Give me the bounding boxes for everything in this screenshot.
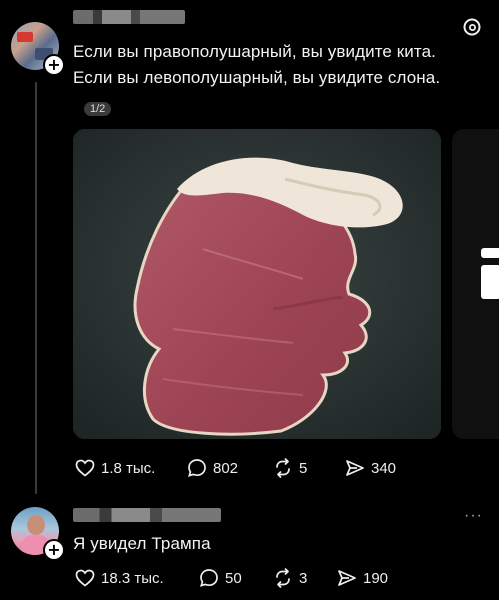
repost-button[interactable]: 5 xyxy=(273,458,345,478)
post-image-meat[interactable] xyxy=(73,129,441,439)
post-text-line-1: Если вы правополушарный, вы увидите кита… xyxy=(73,42,436,61)
reply-share-count: 190 xyxy=(363,569,389,587)
post-actions: 1.8 тыс. 802 5 340 xyxy=(75,458,396,478)
image-counter: 1/2 xyxy=(84,102,112,116)
reply-like-button[interactable]: 18.3 тыс. xyxy=(75,569,199,587)
reply-repost-button[interactable]: 3 xyxy=(273,568,337,588)
post-text-line-2: Если вы левополушарный, вы увидите слона… xyxy=(73,68,441,87)
reply-author-name[interactable] xyxy=(73,508,221,522)
post-image-second[interactable] xyxy=(452,129,499,439)
reply-button[interactable]: 802 xyxy=(187,458,273,478)
reply-reply-count: 50 xyxy=(225,569,242,587)
reply-reply-button[interactable]: 50 xyxy=(199,568,273,588)
heart-icon xyxy=(75,569,95,587)
repost-icon xyxy=(276,458,290,478)
reply-like-count: 18.3 тыс. xyxy=(101,569,164,587)
comment-icon xyxy=(188,459,206,477)
reply-repost-count: 3 xyxy=(299,569,308,587)
repost-icon xyxy=(276,568,290,588)
follow-plus-icon[interactable]: + xyxy=(43,54,65,76)
share-count: 340 xyxy=(371,459,397,477)
reply-text: Я увидел Трампа xyxy=(73,534,211,553)
post-author-name[interactable] xyxy=(73,10,185,24)
reply-share-button[interactable]: 190 xyxy=(337,568,388,588)
reply-count: 802 xyxy=(213,459,239,477)
threads-logo-icon xyxy=(461,16,483,43)
reply-actions: 18.3 тыс. 50 3 190 xyxy=(75,568,388,588)
like-button[interactable]: 1.8 тыс. xyxy=(75,459,187,477)
repost-count: 5 xyxy=(299,459,308,477)
comment-icon xyxy=(200,569,218,587)
like-count: 1.8 тыс. xyxy=(101,459,156,477)
share-button[interactable]: 340 xyxy=(345,458,396,478)
thread-connector-line xyxy=(35,82,37,494)
send-icon xyxy=(346,460,364,476)
send-icon xyxy=(338,570,356,586)
more-options-icon[interactable]: ··· xyxy=(464,507,483,525)
reply-follow-plus-icon[interactable]: + xyxy=(43,539,65,561)
heart-icon xyxy=(75,459,95,477)
